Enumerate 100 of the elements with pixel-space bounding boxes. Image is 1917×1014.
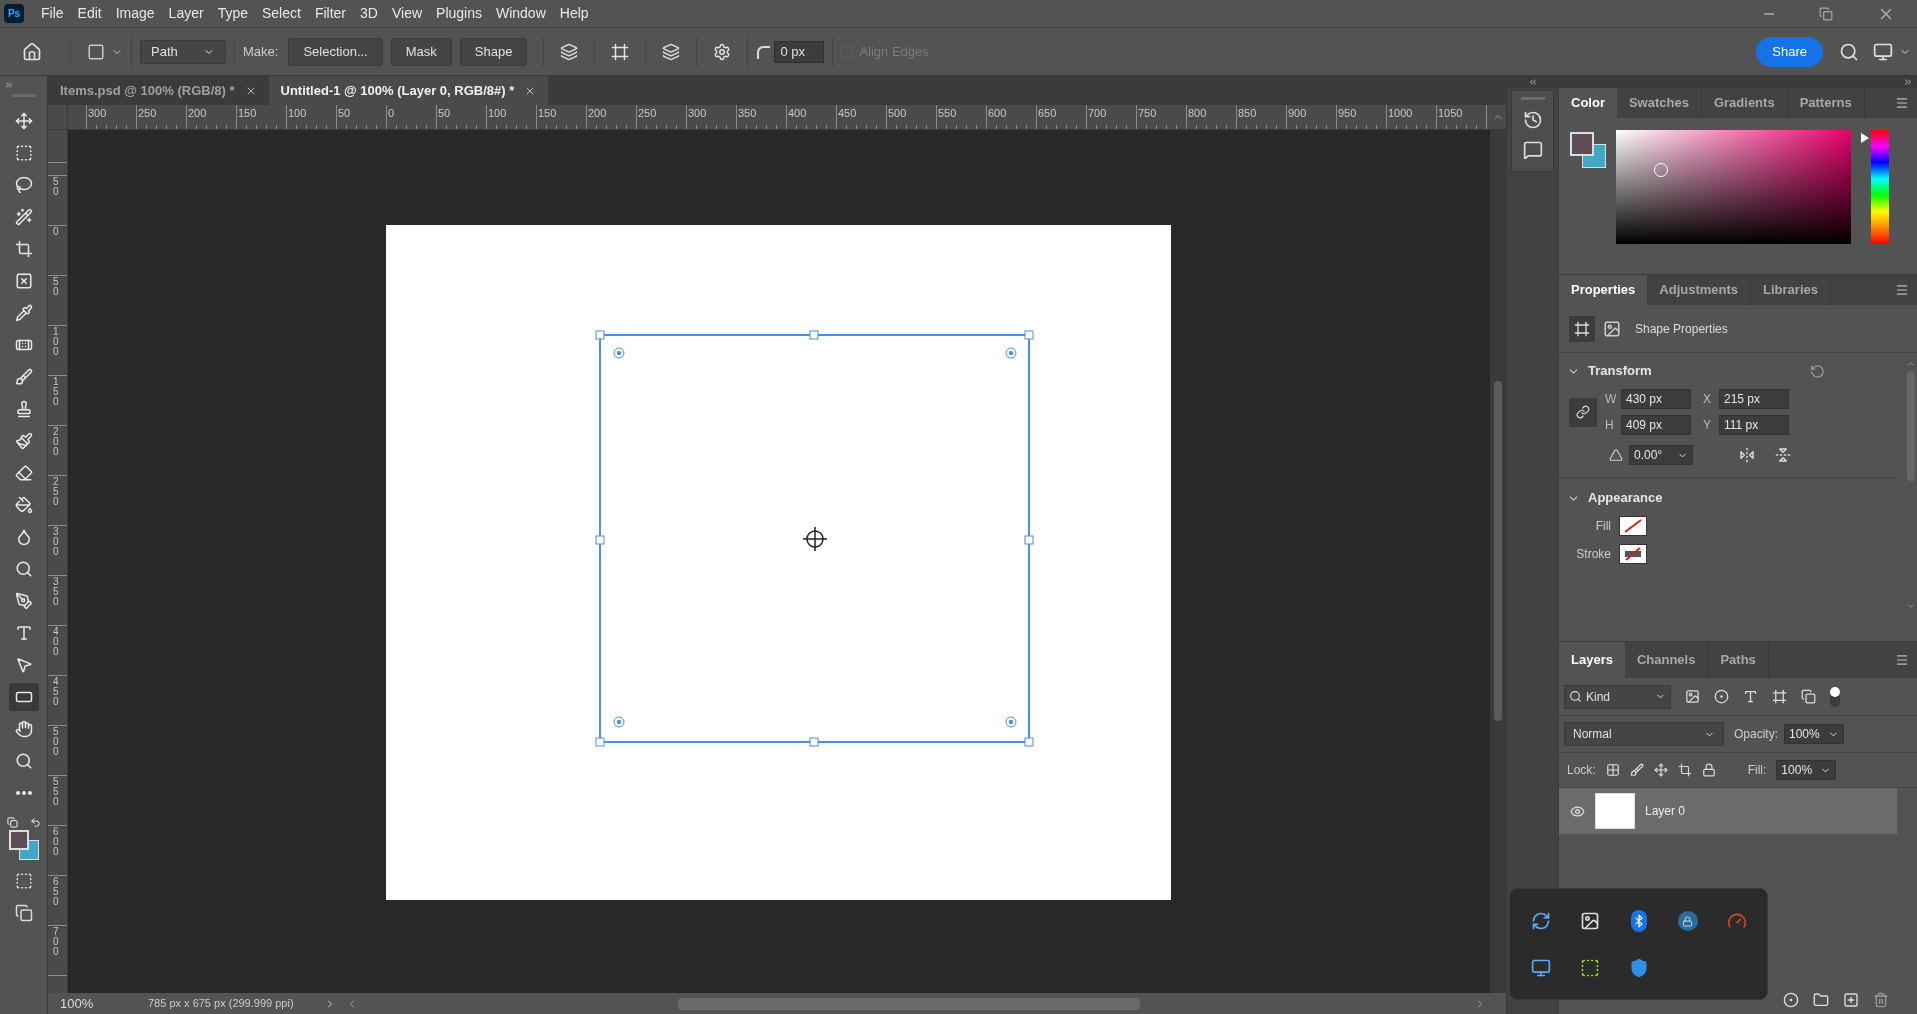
layer-filter-dropdown[interactable]: Kind bbox=[1564, 684, 1671, 709]
link-icon[interactable] bbox=[1576, 405, 1590, 419]
dashed-square-icon[interactable] bbox=[1579, 958, 1600, 978]
make-button[interactable]: Mask bbox=[390, 37, 452, 66]
layer-row[interactable]: Layer 0 bbox=[1559, 788, 1897, 834]
sync-icon[interactable] bbox=[1530, 911, 1551, 931]
comment-icon[interactable] bbox=[1522, 140, 1543, 160]
quick-mask-icon[interactable] bbox=[14, 872, 33, 890]
lock-all-icon[interactable] bbox=[1701, 763, 1716, 777]
panel-tab[interactable]: Paths bbox=[1708, 642, 1769, 678]
panel-tab[interactable]: Layers bbox=[1559, 642, 1625, 678]
ruler-label: 850 bbox=[1238, 107, 1258, 120]
menu-item[interactable]: Select bbox=[255, 3, 308, 24]
zoom-level[interactable]: 100% bbox=[60, 993, 130, 1014]
blend-mode-dropdown[interactable]: Normal bbox=[1564, 722, 1724, 746]
panel-tab[interactable]: Patterns bbox=[1787, 88, 1865, 118]
document-tab[interactable]: Untitled-1 @ 100% (Layer 0, RGB/8#) * bbox=[268, 76, 549, 105]
make-button[interactable]: Selection... bbox=[288, 37, 383, 66]
tool-button[interactable] bbox=[8, 683, 39, 711]
type-icon bbox=[14, 624, 33, 642]
menu-item[interactable]: Help bbox=[552, 3, 596, 24]
no-stroke-swatch[interactable] bbox=[1619, 544, 1647, 564]
computer-icon[interactable] bbox=[1530, 958, 1551, 978]
menu-item[interactable]: Filter bbox=[307, 3, 354, 24]
menu-item[interactable]: Window bbox=[488, 3, 553, 24]
panel-tab[interactable]: Adjustments bbox=[1647, 275, 1752, 305]
document-tab[interactable]: Items.psd @ 100% (RGB/8) * bbox=[48, 76, 269, 105]
color-swatches[interactable] bbox=[8, 830, 39, 860]
lock-pixels-icon[interactable] bbox=[1629, 763, 1644, 777]
menu-item[interactable]: View bbox=[384, 3, 430, 24]
make-button[interactable]: Shape bbox=[459, 37, 528, 66]
color-swatches[interactable] bbox=[1570, 132, 1606, 168]
menu-item[interactable]: Layer bbox=[161, 3, 211, 24]
image-icon[interactable] bbox=[1579, 911, 1600, 931]
panel-menu-icon[interactable] bbox=[1895, 653, 1909, 667]
image-icon[interactable] bbox=[1603, 319, 1621, 338]
menu-item[interactable]: Type bbox=[210, 3, 255, 24]
reset-icon[interactable] bbox=[1810, 363, 1825, 379]
swap-colors-icon[interactable] bbox=[29, 817, 41, 828]
menu-item[interactable]: Plugins bbox=[429, 3, 489, 24]
settings-icon[interactable] bbox=[713, 42, 732, 61]
mode-dropdown[interactable]: Path bbox=[140, 39, 226, 64]
shape-filter-icon[interactable] bbox=[1772, 689, 1787, 704]
corner-radius-field[interactable]: 0 px bbox=[774, 40, 825, 63]
panel-tab[interactable]: Color bbox=[1559, 88, 1617, 118]
gauge-icon[interactable] bbox=[1726, 911, 1747, 931]
search-icon[interactable] bbox=[1839, 41, 1859, 62]
color-field[interactable] bbox=[1616, 130, 1851, 244]
dimension-field[interactable]: 409 px bbox=[1621, 415, 1691, 435]
shape-properties-icon[interactable] bbox=[1574, 320, 1590, 337]
panel-menu-icon[interactable] bbox=[1895, 96, 1909, 110]
menu-item[interactable]: Image bbox=[108, 3, 162, 24]
section-title[interactable]: Appearance bbox=[1588, 488, 1663, 508]
fill-field[interactable]: 100% bbox=[1776, 760, 1837, 780]
flip-vertical-icon[interactable] bbox=[1775, 447, 1791, 463]
panel-tab[interactable]: Swatches bbox=[1616, 88, 1702, 118]
angle-field[interactable]: 0.00° bbox=[1629, 445, 1693, 465]
panel-tab[interactable]: Properties bbox=[1559, 275, 1648, 305]
screen-mode-icon[interactable] bbox=[14, 904, 33, 922]
flip-horizontal-icon[interactable] bbox=[1739, 447, 1755, 463]
dimension-field[interactable]: 215 px bbox=[1719, 389, 1789, 409]
history-icon[interactable] bbox=[1522, 110, 1543, 130]
smart-object-filter-icon[interactable] bbox=[1801, 689, 1816, 704]
default-colors-icon[interactable] bbox=[6, 817, 18, 828]
collapse-icon[interactable] bbox=[1527, 77, 1538, 87]
collapse-icon[interactable] bbox=[1903, 77, 1913, 87]
panel-menu-icon[interactable] bbox=[1895, 283, 1909, 297]
bluetooth-icon[interactable] bbox=[1630, 910, 1647, 932]
workspace-icon[interactable] bbox=[1873, 41, 1893, 62]
image-filter-icon[interactable] bbox=[1685, 689, 1700, 704]
lock-position-icon[interactable] bbox=[1653, 763, 1668, 777]
menu-item[interactable]: Edit bbox=[70, 3, 109, 24]
panel-tab[interactable]: Gradients bbox=[1701, 88, 1788, 118]
section-title[interactable]: Transform bbox=[1588, 361, 1652, 381]
panel-tab[interactable]: Libraries bbox=[1751, 275, 1831, 305]
dimension-field[interactable]: 111 px bbox=[1719, 415, 1789, 435]
home-icon[interactable] bbox=[22, 41, 42, 62]
panel-tab[interactable]: Channels bbox=[1624, 642, 1709, 678]
rectangle-tool-icon[interactable] bbox=[87, 42, 105, 61]
dashed-square-icon bbox=[14, 144, 33, 162]
lock-transparency-icon[interactable] bbox=[1605, 763, 1620, 777]
menu-item[interactable]: 3D bbox=[353, 3, 385, 24]
adjustment-layer-icon[interactable] bbox=[1783, 992, 1799, 1008]
opacity-field[interactable]: 100% bbox=[1784, 724, 1844, 744]
folder-icon[interactable] bbox=[1813, 992, 1829, 1008]
visibility-eye-icon[interactable] bbox=[1569, 803, 1585, 819]
dimension-field[interactable]: 430 px bbox=[1621, 389, 1691, 409]
lock-artboard-icon[interactable] bbox=[1677, 763, 1692, 777]
restore-icon[interactable] bbox=[1819, 6, 1833, 21]
vertical-scrollbar[interactable] bbox=[1490, 130, 1506, 993]
type-filter-icon[interactable] bbox=[1743, 689, 1758, 704]
new-layer-icon[interactable] bbox=[1843, 992, 1859, 1008]
no-fill-swatch[interactable] bbox=[1619, 516, 1647, 536]
menu-item[interactable]: File bbox=[34, 3, 71, 24]
share-button[interactable]: Share bbox=[1756, 36, 1823, 67]
trash-icon[interactable] bbox=[1873, 992, 1889, 1008]
adjustment-filter-icon[interactable] bbox=[1714, 689, 1729, 704]
filter-toggle[interactable] bbox=[1830, 686, 1840, 707]
slider-handle[interactable] bbox=[1861, 133, 1869, 143]
properties-title: Shape Properties bbox=[1635, 320, 1728, 338]
